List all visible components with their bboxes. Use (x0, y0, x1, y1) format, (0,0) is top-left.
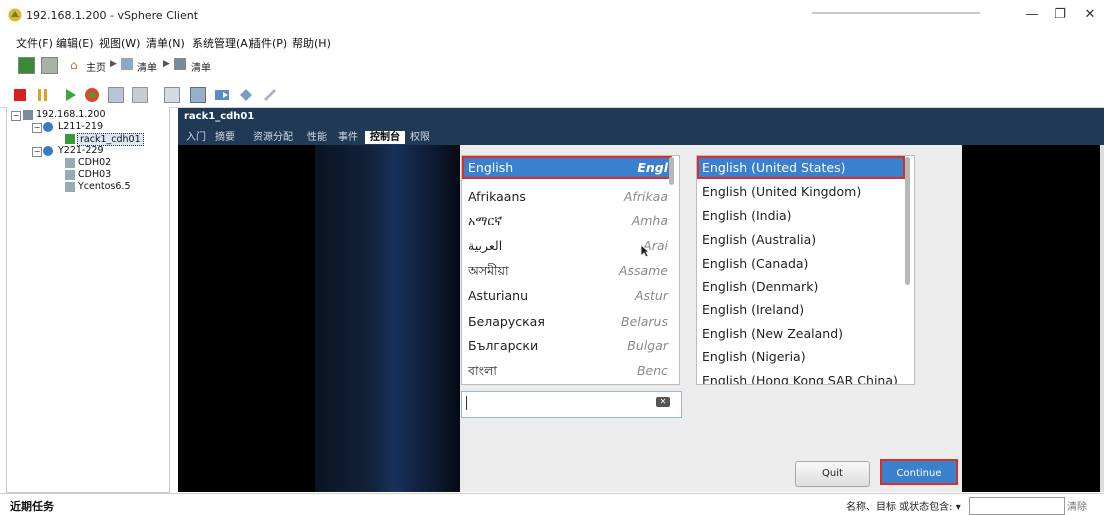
power-off-icon[interactable] (14, 89, 26, 101)
vsphere-app-icon (8, 8, 22, 22)
vm-icon (65, 182, 75, 192)
revert-snapshot-icon[interactable] (132, 87, 148, 103)
menu-view[interactable]: 视图(W) (99, 35, 140, 51)
vm-title: rack1_cdh01 (184, 111, 255, 122)
tree-item-cluster[interactable]: Y221-229 (58, 145, 104, 156)
list-item[interactable]: English (India) (697, 204, 905, 227)
edit-settings-icon[interactable] (214, 87, 230, 103)
collapse-toggle[interactable]: − (11, 111, 21, 121)
tab-permissions[interactable]: 权限 (405, 131, 435, 144)
nav-inventory-2[interactable]: 清单 (191, 59, 211, 74)
list-item[interactable]: English (United Kingdom) (697, 180, 905, 203)
mouse-pointer-icon (640, 244, 650, 258)
vm-icon (65, 170, 75, 180)
collapse-toggle[interactable]: − (32, 123, 42, 133)
list-item[interactable]: አማርኛ Amha (462, 209, 672, 232)
back-button[interactable] (18, 57, 35, 74)
migrate-icon[interactable] (238, 87, 254, 103)
home-icon: ⌂ (70, 58, 78, 72)
tree-item-vm[interactable]: Ycentos6.5 (78, 181, 131, 192)
close-button[interactable]: ✕ (1080, 6, 1100, 24)
list-item[interactable]: English (Nigeria) (697, 345, 905, 368)
menu-bar: 文件(F) 编辑(E) 视图(W) 清单(N) 系统管理(A) 插件(P) 帮助… (0, 32, 1104, 50)
list-item[interactable]: Български Bulgar (462, 334, 672, 357)
cluster-icon (43, 146, 53, 156)
tab-resource-allocation[interactable]: 资源分配 (248, 131, 298, 144)
list-item[interactable]: Беларуская Belarus (462, 310, 672, 333)
menu-inventory[interactable]: 清单(N) (146, 35, 185, 51)
clear-filter-link[interactable]: 清除 (1067, 498, 1087, 513)
snapshot-icon[interactable] (108, 87, 124, 103)
suspend-icon[interactable] (38, 89, 41, 101)
console-scrollbar[interactable] (1100, 145, 1104, 492)
language-list-scrollbar[interactable] (669, 157, 674, 185)
list-item[interactable]: English (Denmark) (697, 275, 905, 298)
nav-home[interactable]: 主页 (86, 59, 106, 74)
language-search-input[interactable] (461, 391, 682, 418)
menu-plugins[interactable]: 插件(P) (250, 35, 287, 51)
reset-icon[interactable] (84, 87, 100, 103)
console-margin (962, 145, 1100, 492)
vm-running-icon (65, 134, 75, 144)
host-icon (23, 110, 33, 120)
nav-inventory-1[interactable]: 清单 (137, 59, 157, 74)
task-filter-dropdown[interactable]: 名称、目标 或状态包含: ▾ (846, 498, 961, 513)
tab-events[interactable]: 事件 (333, 131, 363, 144)
inventory-icon (121, 58, 133, 70)
console-icon[interactable] (190, 87, 206, 103)
tab-console[interactable]: 控制台 (365, 131, 405, 144)
vm-inventory-icon (174, 58, 186, 70)
tab-performance[interactable]: 性能 (302, 131, 332, 144)
tab-summary[interactable]: 摘要 (210, 131, 240, 144)
list-item[interactable]: Afrikaans Afrikaa (462, 185, 672, 208)
list-item[interactable]: English (Canada) (697, 252, 905, 275)
clone-icon[interactable] (262, 87, 278, 103)
tab-getting-started[interactable]: 入门 (181, 131, 211, 144)
tree-item-cluster[interactable]: L211-219 (58, 121, 103, 132)
recent-tasks-label[interactable]: 近期任务 (10, 498, 54, 514)
installer-sidebar (315, 145, 460, 492)
list-item[interactable]: English (Australia) (697, 228, 905, 251)
tree-item-vm[interactable]: CDH02 (78, 157, 111, 168)
window-title: 192.168.1.200 - vSphere Client (26, 9, 199, 22)
navigation-bar: ⌂ 主页 ▶ 清单 ▶ 清单 (0, 55, 1104, 77)
menu-file[interactable]: 文件(F) (16, 35, 53, 51)
locale-list-scrollbar[interactable] (905, 157, 910, 285)
power-on-icon[interactable] (62, 87, 78, 103)
clear-search-icon[interactable]: ✕ (656, 397, 670, 407)
forward-button[interactable] (41, 57, 58, 74)
menu-edit[interactable]: 编辑(E) (56, 35, 94, 51)
continue-button[interactable]: Continue (880, 459, 958, 485)
task-filter-input[interactable] (969, 497, 1065, 515)
tree-item-host[interactable]: 192.168.1.200 (36, 109, 106, 120)
collapse-toggle[interactable]: − (32, 147, 42, 157)
vm-icon (65, 158, 75, 168)
text-cursor (466, 396, 467, 410)
list-item[interactable]: English (United States) (697, 156, 905, 179)
chevron-right-icon: ▶ (163, 59, 170, 69)
list-item[interactable]: English (Hong Kong SAR China) (697, 369, 905, 384)
locale-list: English (United States) English (United … (696, 155, 915, 385)
quit-button[interactable]: Quit (795, 461, 870, 487)
list-item[interactable]: English Engl (462, 156, 672, 179)
menu-administration[interactable]: 系统管理(A) (192, 35, 252, 51)
title-decor (812, 12, 980, 14)
menu-help[interactable]: 帮助(H) (292, 35, 331, 51)
tree-item-vm[interactable]: CDH03 (78, 169, 111, 180)
list-item[interactable]: Asturianu Astur (462, 284, 672, 307)
list-item[interactable]: অসমীয়া Assame (462, 259, 672, 282)
snapshot-manager-icon[interactable] (164, 87, 180, 103)
language-list: English Engl Afrikaans Afrikaa አማርኛ Amha… (461, 155, 680, 385)
toolbar (0, 83, 1104, 108)
cluster-icon (43, 122, 53, 132)
maximize-button[interactable]: ❐ (1050, 6, 1070, 24)
list-item[interactable]: English (Ireland) (697, 298, 905, 321)
minimize-button[interactable]: — (1022, 6, 1042, 24)
list-item[interactable]: বাংলা Benc (462, 359, 672, 382)
list-item[interactable]: English (New Zealand) (697, 322, 905, 345)
chevron-right-icon: ▶ (110, 59, 117, 69)
